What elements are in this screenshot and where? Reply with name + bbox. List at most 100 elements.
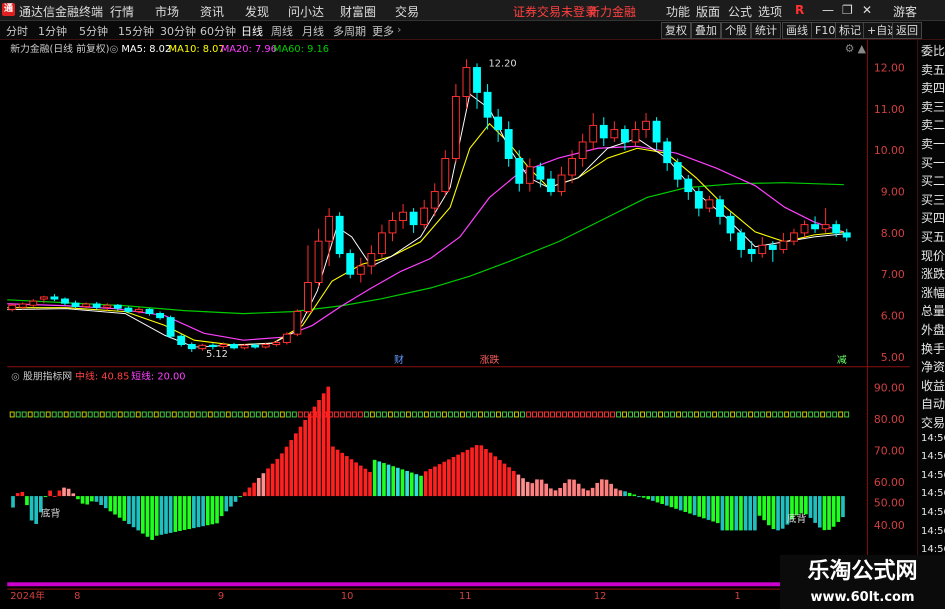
close-icon[interactable]: ✕ xyxy=(862,3,872,17)
overlay-button[interactable]: 叠加 xyxy=(691,22,721,39)
period-tab-timeshare[interactable]: 分时 xyxy=(6,23,28,39)
guest-label[interactable]: 游客 xyxy=(893,3,917,20)
menu-item-layout[interactable]: 版面 xyxy=(696,3,720,20)
period-tab-daily[interactable]: 日线 xyxy=(241,23,263,39)
menu-item-discover[interactable]: 发现 xyxy=(245,3,269,20)
indicator-bar xyxy=(345,456,349,497)
indicator-bar xyxy=(827,496,831,530)
candle-body xyxy=(399,211,407,221)
sub-tick: 70.00 xyxy=(874,444,905,457)
indicator-bar xyxy=(168,496,173,533)
side-panel-label: 涨跌 xyxy=(921,267,945,282)
period-tab-multi[interactable]: 多周期 xyxy=(333,23,366,39)
signal-dot xyxy=(417,411,423,418)
indicator-bar xyxy=(771,496,776,530)
indicator-bar xyxy=(734,496,739,531)
signal-dot xyxy=(718,411,724,418)
period-tab-weekly[interactable]: 周线 xyxy=(271,23,293,39)
menu-item-market[interactable]: 市场 xyxy=(155,3,179,20)
indicator-bar xyxy=(641,496,646,498)
signal-dot xyxy=(267,411,273,418)
event-marker-reduce[interactable]: 减 xyxy=(837,354,847,366)
candle-body xyxy=(82,303,91,307)
settings-icon[interactable]: ⚙ xyxy=(845,42,855,55)
collapse-icon[interactable]: ▲ xyxy=(858,42,867,55)
signal-dot xyxy=(688,411,694,418)
indicator-bar xyxy=(270,463,275,497)
candle-body xyxy=(103,304,112,308)
candle-body xyxy=(599,124,608,139)
indicator-bar xyxy=(511,470,516,497)
period-tab-30min[interactable]: 30分钟 xyxy=(160,23,196,39)
restore-icon[interactable]: ❐ xyxy=(842,3,853,17)
indicator-bar xyxy=(117,496,122,518)
signal-dot-row xyxy=(9,411,850,418)
indicator-bar xyxy=(15,493,20,497)
indicator-bar xyxy=(80,496,85,504)
indicator-bar xyxy=(831,496,836,527)
login-notice[interactable]: 证券交易未登录 xyxy=(513,3,597,20)
candle-body xyxy=(716,199,724,217)
event-marker-finance[interactable]: 财 xyxy=(394,353,404,366)
indicator-bar xyxy=(409,472,414,497)
r-badge[interactable]: R xyxy=(795,3,804,17)
signal-dot xyxy=(219,411,225,418)
legend-ma5: MA5: 8.02 xyxy=(121,44,171,55)
event-marker-limit[interactable]: 涨跌 xyxy=(480,353,500,366)
period-tab-5min[interactable]: 5分钟 xyxy=(79,23,108,39)
indicator-bar xyxy=(294,433,298,497)
signal-dot xyxy=(778,411,784,418)
period-tab-60min[interactable]: 60分钟 xyxy=(200,23,236,39)
side-panel-label: 委比 xyxy=(921,44,945,58)
indicator-bar xyxy=(136,496,141,531)
back-button[interactable]: 返回 xyxy=(892,22,922,39)
app-logo-icon: 通 xyxy=(2,3,15,16)
watermark-url: www.60lt.com xyxy=(780,589,945,609)
menu-item-news[interactable]: 资讯 xyxy=(200,3,224,20)
signal-dot xyxy=(441,411,447,418)
menu-item-trade[interactable]: 交易 xyxy=(395,3,419,20)
indicator-bar xyxy=(572,479,576,497)
stock-chart[interactable]: 新力金融(日线 前复权) ◎ MA5: 8.02 MA10: 8.07 MA20… xyxy=(0,40,917,600)
period-tab-1min[interactable]: 1分钟 xyxy=(38,23,67,39)
menu-item-options[interactable]: 选项 xyxy=(758,3,782,20)
period-tab-more[interactable]: 更多 xyxy=(372,23,394,39)
signal-dot xyxy=(201,411,207,418)
signal-dot xyxy=(291,411,297,418)
menu-item-wealth[interactable]: 财富圈 xyxy=(340,3,376,20)
signal-dot xyxy=(87,411,93,418)
sub-baseline-bar xyxy=(7,582,868,587)
side-panel-label: 卖一 xyxy=(921,137,945,151)
menu-item-quotes[interactable]: 行情 xyxy=(110,3,134,20)
signal-dot xyxy=(508,411,513,418)
draw-line-button[interactable]: 画线 xyxy=(782,22,812,39)
indicator-bar xyxy=(739,496,743,531)
period-tab-15min[interactable]: 15分钟 xyxy=(118,23,154,39)
indicator-bar xyxy=(586,490,590,497)
more-chevron-icon[interactable]: › xyxy=(397,23,401,36)
minimize-icon[interactable]: — xyxy=(822,3,834,17)
adjust-button[interactable]: 复权 xyxy=(661,22,691,39)
indicator-bar xyxy=(623,491,627,497)
signal-dot xyxy=(814,411,820,418)
candle-body xyxy=(18,303,27,308)
signal-dot xyxy=(435,411,441,418)
signal-dot xyxy=(616,411,621,418)
menu-item-xiaoda[interactable]: 问小达 xyxy=(288,3,324,20)
menu-item-formula[interactable]: 公式 xyxy=(728,3,752,20)
mark-button[interactable]: 标记 xyxy=(835,22,865,39)
indicator-bar xyxy=(460,452,465,497)
signal-dot xyxy=(526,411,531,418)
period-tab-monthly[interactable]: 月线 xyxy=(302,23,324,39)
indicator-bar xyxy=(382,463,386,497)
indicator-bar xyxy=(192,496,196,529)
indicator-bar xyxy=(233,496,238,502)
candle-body xyxy=(156,313,165,319)
candle-body xyxy=(684,178,693,193)
legend-ma60: MA60: 9.16 xyxy=(273,44,329,55)
candle-body xyxy=(377,232,386,255)
menu-item-function[interactable]: 功能 xyxy=(666,3,690,20)
stock-button[interactable]: 个股 xyxy=(721,22,751,39)
candle-body xyxy=(451,96,460,159)
stats-button[interactable]: 统计 xyxy=(751,22,781,39)
